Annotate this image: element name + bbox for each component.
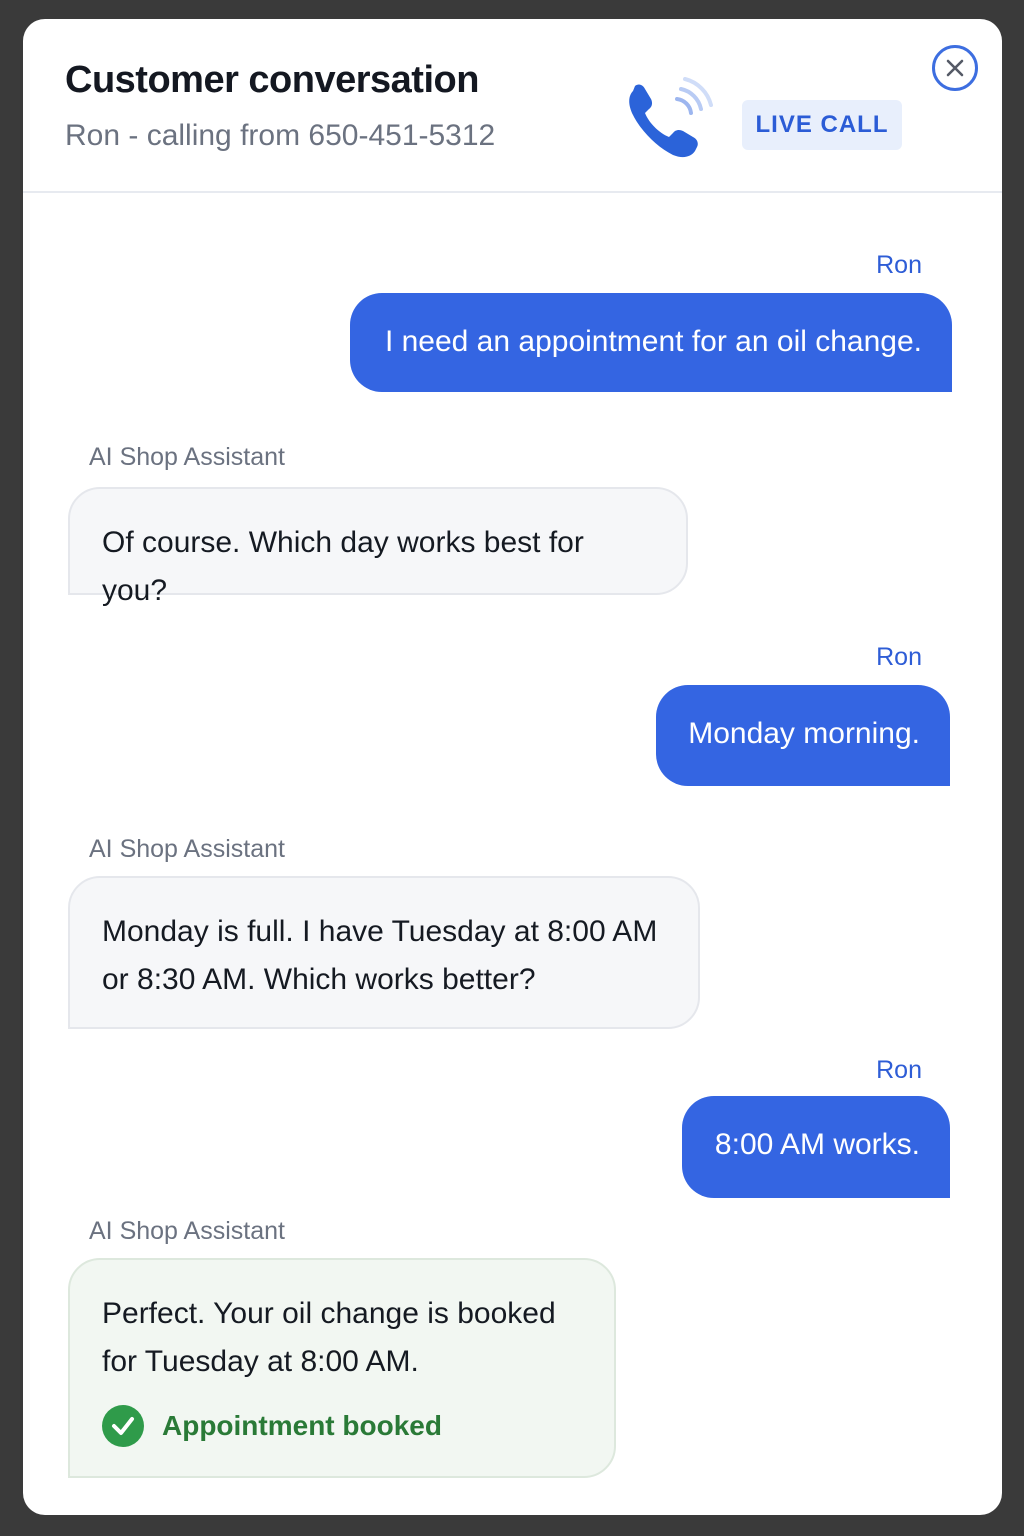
caller-info: Ron - calling from 650-451-5312 [65, 119, 496, 152]
message-sender: Ron [876, 1056, 922, 1084]
message-bubble-user: I need an appointment for an oil change. [350, 293, 952, 392]
live-call-badge: LIVE CALL [742, 100, 902, 150]
message-text: Monday is full. I have Tuesday at 8:00 A… [102, 915, 658, 996]
message-bubble-ai-confirmation: Perfect. Your oil change is booked for T… [68, 1258, 616, 1478]
appointment-status: Appointment booked [102, 1404, 442, 1448]
close-icon [946, 59, 964, 77]
message-sender: Ron [876, 251, 922, 279]
conversation-panel: Customer conversation Ron - calling from… [23, 19, 1002, 1515]
message-text: 8:00 AM works. [714, 1128, 920, 1161]
appointment-booked-label: Appointment booked [162, 1410, 442, 1441]
message-bubble-ai: Of course. Which day works best for you? [68, 487, 688, 607]
message-bubble-ai: Monday is full. I have Tuesday at 8:00 A… [68, 876, 700, 1029]
message-bubble-user: Monday morning. [656, 685, 950, 786]
message-sender: AI Shop Assistant [89, 1217, 285, 1245]
message-sender: AI Shop Assistant [89, 443, 285, 471]
page-title: Customer conversation [65, 59, 479, 101]
message-text: Perfect. Your oil change is booked for T… [102, 1297, 556, 1378]
message-sender: Ron [876, 643, 922, 671]
message-text: Monday morning. [688, 717, 920, 750]
close-button[interactable] [932, 45, 978, 91]
message-bubble-user: 8:00 AM works. [682, 1096, 950, 1198]
message-sender: AI Shop Assistant [89, 835, 285, 863]
conversation-header: Customer conversation Ron - calling from… [23, 19, 1002, 193]
message-text: I need an appointment for an oil change. [384, 325, 922, 358]
message-text: Of course. Which day works best for you? [102, 526, 584, 607]
checkmark-icon [102, 1405, 144, 1447]
phone-ringing-icon [623, 77, 715, 159]
